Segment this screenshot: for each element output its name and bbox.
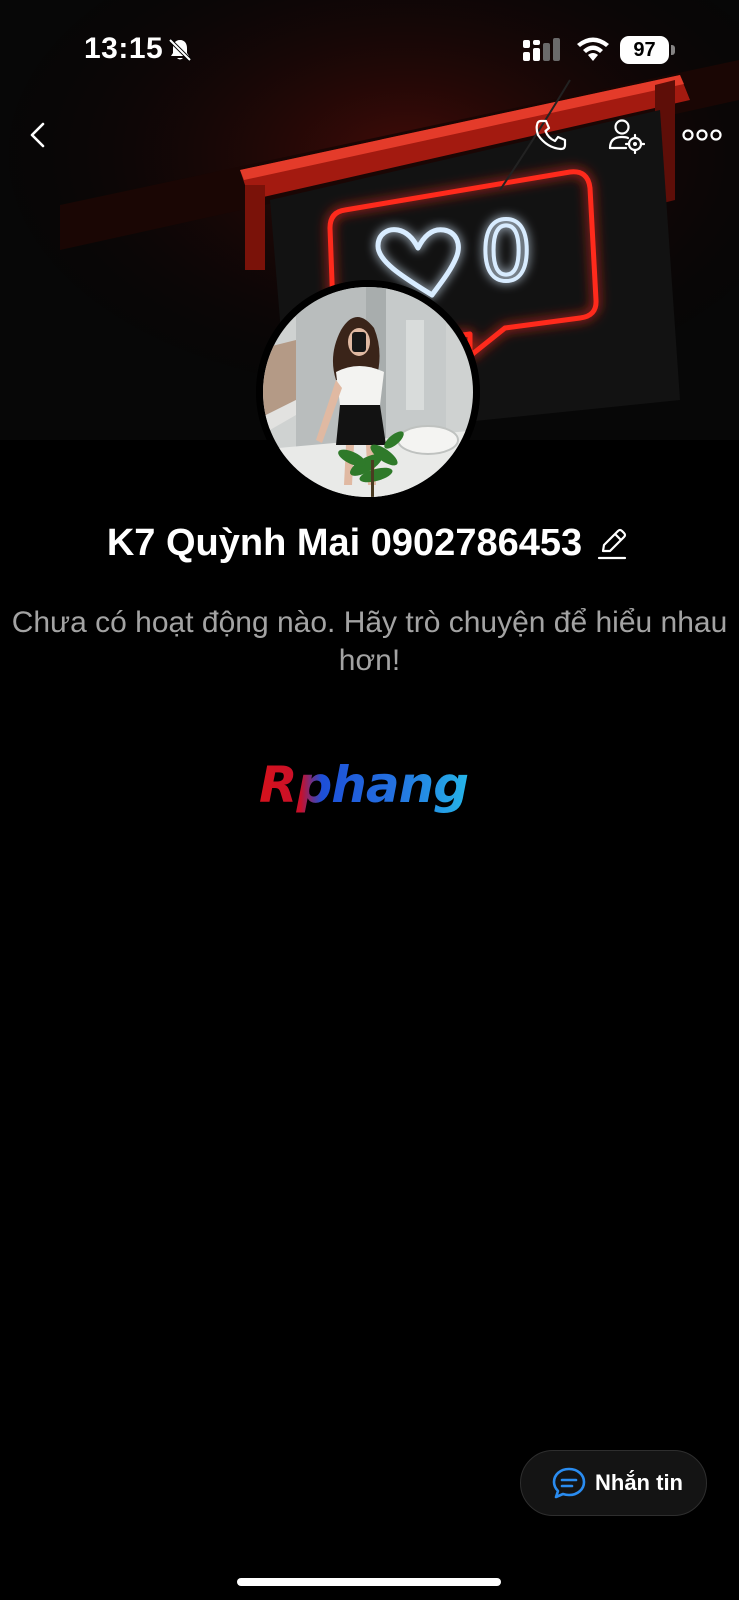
message-button-label: Nhắn tin: [595, 1470, 683, 1495]
profile-name-row: K7 Quỳnh Mai 0902786453: [0, 522, 739, 565]
status-time: 13:15: [84, 32, 164, 65]
profile-name: K7 Quỳnh Mai 0902786453: [106, 522, 583, 564]
cellular-signal-icon: [523, 38, 563, 62]
status-bar: 13:15 97: [0, 0, 739, 100]
phone-icon: [535, 119, 567, 151]
battery-icon: 97: [620, 36, 676, 64]
ellipsis-icon: [682, 129, 722, 141]
empty-activity-message: Chưa có hoạt động nào. Hãy trò chuyện để…: [11, 606, 728, 677]
rphang-watermark-logo: Rphang: [259, 760, 469, 814]
more-options-button[interactable]: [678, 111, 726, 159]
battery-nub: [671, 45, 675, 55]
profile-settings-button[interactable]: [602, 111, 650, 159]
avatar[interactable]: [256, 280, 480, 504]
pencil-icon: [598, 528, 627, 559]
chat-bubble-icon: [552, 1467, 586, 1499]
edit-name-button[interactable]: [592, 524, 632, 564]
user-gear-icon: [608, 119, 645, 154]
bell-slash-icon: [166, 36, 194, 64]
battery-level: 97: [620, 36, 669, 64]
watermark-text: Rphang: [259, 760, 468, 814]
neon-text: 0: [480, 205, 532, 300]
back-button[interactable]: [14, 111, 62, 159]
message-button[interactable]: Nhắn tin: [520, 1450, 707, 1516]
chevron-left-icon: [30, 122, 45, 148]
home-indicator[interactable]: [237, 1578, 501, 1586]
wifi-icon: [575, 35, 611, 63]
call-button[interactable]: [527, 111, 575, 159]
